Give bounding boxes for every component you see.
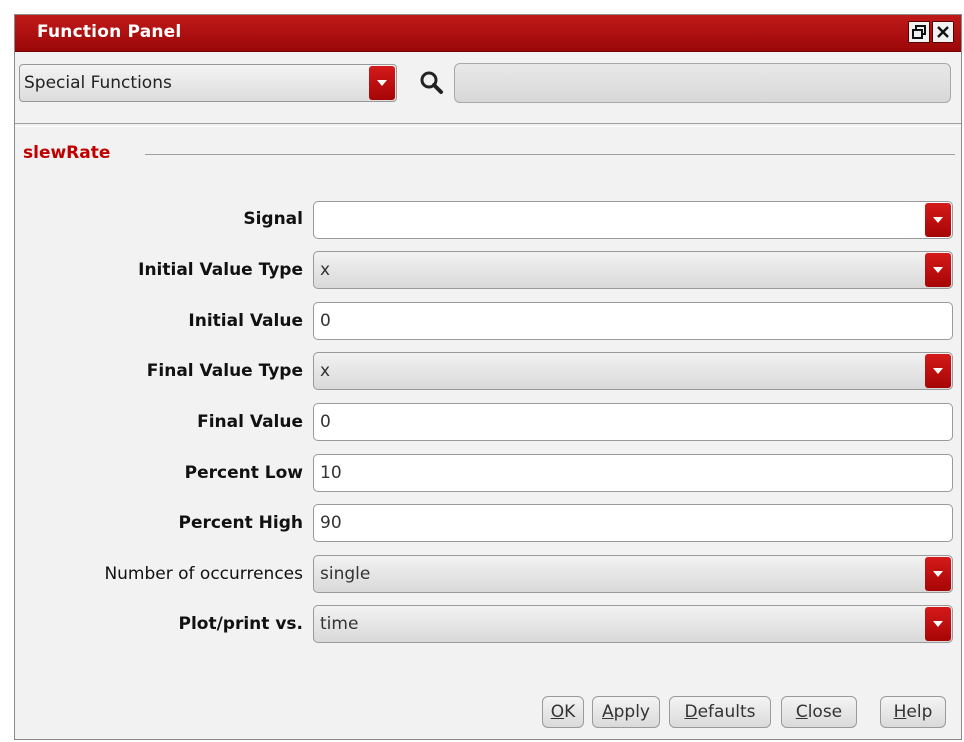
final-value-type-label: Final Value Type [146, 361, 303, 381]
close-button[interactable]: Close [781, 696, 857, 728]
help-button[interactable]: Help [880, 696, 946, 728]
chevron-down-icon[interactable] [925, 607, 951, 641]
ok-mnemonic: O [550, 702, 565, 722]
category-value: Special Functions [24, 73, 172, 93]
chevron-down-icon[interactable] [925, 354, 951, 388]
close-label-rest: lose [807, 702, 843, 722]
percent-high-value: 90 [320, 513, 342, 533]
function-name-heading: slewRate [23, 143, 111, 163]
initial-value-value: 0 [320, 311, 331, 331]
plot-print-vs-value: time [320, 614, 359, 634]
final-value-label: Final Value [197, 412, 303, 432]
chevron-down-icon[interactable] [925, 557, 951, 591]
close-mnemonic: C [795, 702, 808, 722]
defaults-mnemonic: D [684, 702, 698, 722]
defaults-label-rest: efaults [697, 702, 756, 722]
final-value-type-dropdown[interactable]: x [313, 352, 953, 390]
initial-value-label: Initial Value [188, 311, 303, 331]
help-mnemonic: H [893, 702, 907, 722]
occurrences-value: single [320, 564, 371, 584]
defaults-button[interactable]: Defaults [669, 696, 771, 728]
occurrences-dropdown[interactable]: single [313, 555, 953, 593]
occurrences-label: Number of occurrences [104, 564, 303, 584]
window-title: Function Panel [37, 22, 182, 42]
ok-label-rest: K [564, 702, 576, 722]
ok-button[interactable]: OK [542, 696, 584, 728]
signal-label: Signal [243, 209, 303, 229]
help-label-rest: elp [906, 702, 933, 722]
initial-value-type-value: x [320, 260, 331, 280]
initial-value-type-dropdown[interactable]: x [313, 251, 953, 289]
percent-low-label: Percent Low [184, 463, 303, 483]
final-value-type-value: x [320, 361, 331, 381]
search-input[interactable] [454, 63, 951, 103]
final-value-input[interactable]: 0 [313, 403, 953, 441]
chevron-down-icon[interactable] [925, 203, 951, 237]
close-icon[interactable] [932, 21, 954, 43]
plot-print-vs-label: Plot/print vs. [178, 614, 304, 634]
plot-print-vs-dropdown[interactable]: time [313, 605, 953, 643]
initial-value-input[interactable]: 0 [313, 302, 953, 340]
function-form: slewRate Signal Initial Value Type x Ini… [15, 127, 961, 739]
signal-dropdown[interactable] [313, 201, 953, 239]
restore-icon-glyph [912, 25, 926, 39]
category-dropdown[interactable]: Special Functions [19, 64, 397, 102]
title-bar[interactable]: Function Panel [15, 15, 961, 52]
percent-high-input[interactable]: 90 [313, 504, 953, 542]
function-panel: Function Panel Special Functions slewRat… [14, 14, 962, 740]
search-icon[interactable] [418, 69, 446, 97]
apply-label-rest: pply [613, 702, 650, 722]
initial-value-type-label: Initial Value Type [138, 260, 303, 280]
chevron-down-icon[interactable] [369, 66, 395, 100]
restore-icon[interactable] [908, 21, 930, 43]
percent-low-input[interactable]: 10 [313, 454, 953, 492]
heading-rule [145, 154, 955, 155]
chevron-down-icon[interactable] [925, 253, 951, 287]
percent-low-value: 10 [320, 463, 342, 483]
percent-high-label: Percent High [178, 513, 303, 533]
apply-button[interactable]: Apply [592, 696, 660, 728]
close-icon-glyph [937, 26, 949, 38]
final-value-value: 0 [320, 412, 331, 432]
apply-mnemonic: A [601, 702, 614, 722]
